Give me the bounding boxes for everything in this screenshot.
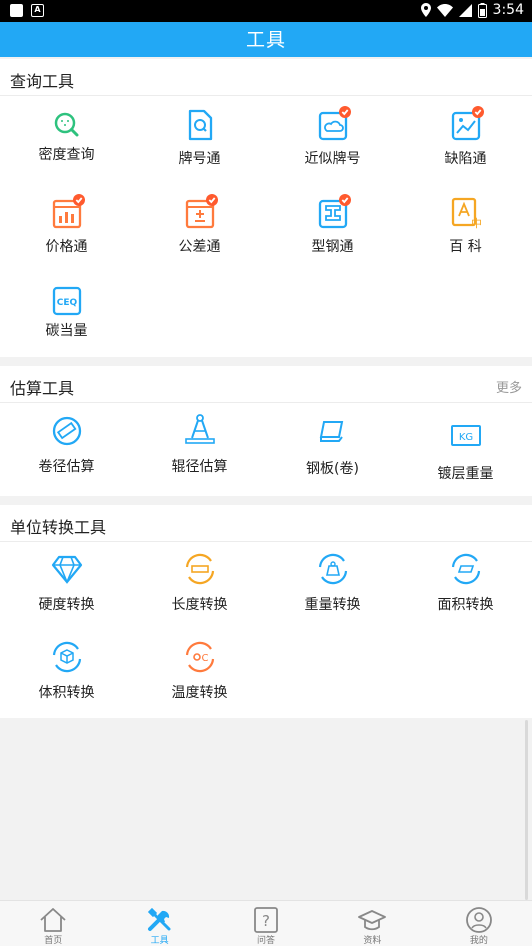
area-convert-icon: [449, 552, 483, 586]
tool-roll-diameter[interactable]: 辊径估算: [133, 403, 266, 491]
tool-area-convert[interactable]: 面积转换: [399, 542, 532, 630]
tool-coil-diameter[interactable]: 卷径估算: [0, 403, 133, 491]
tool-similar-grade[interactable]: 近似牌号: [266, 96, 399, 184]
tool-grade[interactable]: 牌号通: [133, 96, 266, 184]
tool-volume-convert[interactable]: 体积转换: [0, 630, 133, 718]
tab-label: 我的: [469, 936, 488, 946]
compass-icon: [183, 412, 217, 446]
section-title: 单位转换工具: [10, 518, 107, 537]
tool-label: 公差通: [178, 239, 221, 255]
i-beam-icon: [316, 194, 351, 230]
battery-icon: [477, 2, 487, 18]
tool-price[interactable]: 价格通: [0, 184, 133, 272]
tab-qa[interactable]: ? 问答: [213, 901, 319, 946]
wifi-icon: [436, 3, 453, 17]
tab-label: 资料: [363, 936, 382, 946]
tool-carbon-equivalent[interactable]: CEQ 碳当量: [0, 272, 133, 360]
tool-tolerance[interactable]: 公差通: [133, 184, 266, 272]
svg-text:中: 中: [471, 217, 482, 230]
a-notification-icon: A: [31, 4, 44, 17]
tools-icon: [147, 907, 171, 931]
tool-label: 体积转换: [38, 685, 95, 701]
tab-mine[interactable]: 我的: [426, 901, 532, 946]
section-title: 查询工具: [10, 72, 75, 91]
tool-encyclopedia[interactable]: 中 百 科: [399, 184, 532, 272]
question-icon: ?: [254, 907, 278, 933]
query-tools-section: 查询工具 密度查询 牌号通 近似牌号 缺陷通 价格通 公差通 型钢通 中 百 科…: [0, 59, 532, 357]
notification-icon: [10, 4, 23, 17]
tab-label: 工具: [150, 936, 169, 946]
app-bar: 工具: [0, 22, 532, 57]
tab-label: 首页: [44, 936, 63, 946]
tool-density-query[interactable]: 密度查询: [0, 96, 133, 184]
section-title: 估算工具: [10, 379, 75, 398]
tool-label: 重量转换: [304, 597, 361, 613]
coil-ruler-icon: [50, 414, 84, 448]
scrollbar[interactable]: [525, 720, 528, 900]
tab-materials[interactable]: 资料: [319, 901, 425, 946]
tool-section-steel[interactable]: 型钢通: [266, 184, 399, 272]
status-bar: A 3:54: [0, 0, 532, 22]
svg-text:C: C: [201, 653, 208, 664]
svg-text:KG: KG: [458, 432, 472, 443]
tab-label: 问答: [257, 936, 276, 946]
home-icon: [40, 908, 66, 932]
tool-label: 近似牌号: [304, 151, 361, 167]
tool-label: 硬度转换: [38, 597, 95, 613]
tool-label: 牌号通: [178, 151, 221, 167]
svg-text:CEQ: CEQ: [56, 298, 77, 308]
tool-label: 温度转换: [171, 685, 228, 701]
tool-temperature-convert[interactable]: C 温度转换: [133, 630, 266, 718]
steel-plate-icon: [316, 414, 350, 448]
tool-steel-plate[interactable]: 钢板(卷): [266, 403, 399, 491]
tool-label: 密度查询: [38, 147, 95, 163]
tab-home[interactable]: 首页: [0, 901, 106, 946]
tool-label: 卷径估算: [38, 459, 95, 475]
tab-tools[interactable]: 工具: [106, 901, 212, 946]
plus-minus-icon: [183, 194, 218, 230]
magnifier-icon: [50, 108, 84, 142]
graduation-cap-icon: [358, 910, 387, 931]
weight-convert-icon: [316, 552, 350, 586]
tool-label: 长度转换: [171, 597, 228, 613]
encyclopedia-icon: 中: [449, 196, 483, 230]
user-icon: [465, 907, 492, 933]
document-search-icon: [183, 108, 217, 142]
length-convert-icon: [183, 552, 217, 586]
tool-label: 缺陷通: [444, 151, 487, 167]
tool-hardness-convert[interactable]: 硬度转换: [0, 542, 133, 630]
estimate-tools-section: 估算工具 更多 卷径估算 辊径估算 钢板(卷) KG 镀层重量: [0, 366, 532, 496]
tool-weight-convert[interactable]: 重量转换: [266, 542, 399, 630]
svg-text:?: ?: [262, 912, 270, 930]
page-title: 工具: [245, 29, 286, 51]
chart-photo-icon: [449, 106, 484, 142]
unit-convert-section: 单位转换工具 硬度转换 长度转换 重量转换 面积转换 体积转换 C 温度转换: [0, 505, 532, 718]
tool-label: 面积转换: [437, 597, 494, 613]
more-link[interactable]: 更多: [496, 377, 522, 396]
bottom-tab-bar: 首页 工具 ? 问答 资料 我的: [0, 900, 532, 946]
tool-label: 价格通: [45, 239, 88, 255]
clock: 3:54: [492, 2, 524, 18]
ceq-icon: CEQ: [50, 284, 84, 318]
temperature-convert-icon: C: [183, 640, 217, 674]
diamond-icon: [50, 552, 84, 586]
tool-length-convert[interactable]: 长度转换: [133, 542, 266, 630]
tool-label: 镀层重量: [437, 466, 494, 482]
signal-icon: [458, 3, 472, 17]
tool-label: 碳当量: [45, 323, 88, 339]
tool-coating-weight[interactable]: KG 镀层重量: [399, 403, 532, 491]
tool-defect[interactable]: 缺陷通: [399, 96, 532, 184]
volume-convert-icon: [50, 640, 84, 674]
cloud-tag-icon: [316, 106, 351, 142]
location-icon: [420, 3, 431, 17]
tool-label: 钢板(卷): [306, 461, 359, 477]
tool-label: 辊径估算: [171, 459, 228, 475]
tool-label: 百 科: [449, 239, 482, 255]
tool-label: 型钢通: [311, 239, 354, 255]
price-chart-icon: [50, 194, 85, 230]
kg-icon: KG: [449, 419, 483, 453]
